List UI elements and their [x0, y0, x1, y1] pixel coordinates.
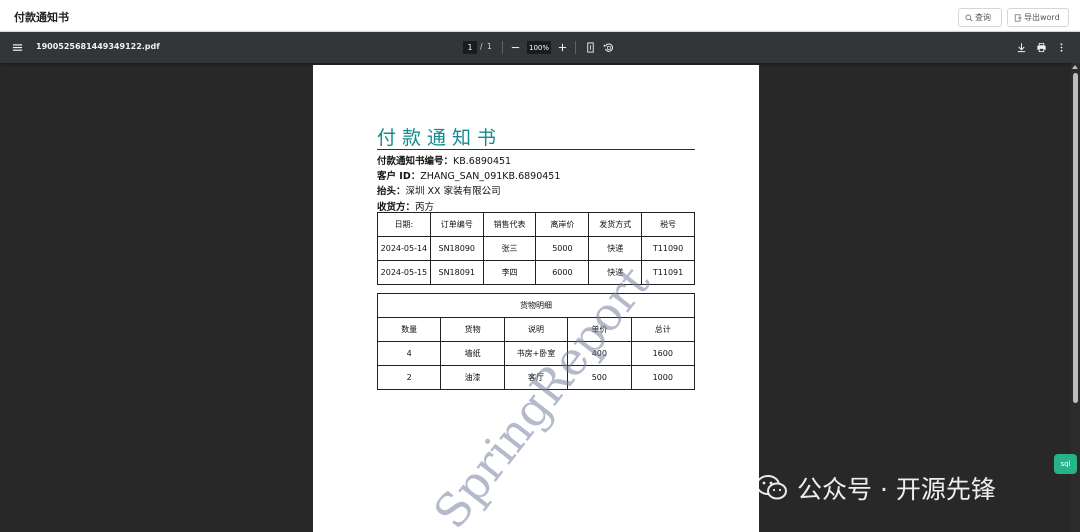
zoom-input[interactable]: 100% [527, 41, 551, 54]
toolbar-divider [502, 41, 503, 54]
pdf-toolbar: 1900525681449349122.pdf 1 / 1 100% [0, 32, 1080, 63]
table-cell: 2024-05-14 [377, 236, 431, 261]
page-number-input[interactable]: 1 [463, 41, 477, 54]
table-cell: 5000 [535, 236, 590, 261]
customer-id-value: ZHANG_SAN_091KB.6890451 [420, 171, 561, 182]
table-header-cell: 税号 [641, 212, 695, 237]
table-cell: 油漆 [440, 365, 505, 390]
query-button[interactable]: 查询 [958, 8, 1002, 27]
table-cell: 李四 [482, 260, 537, 285]
orders-table: 日期: 订单编号 销售代表 离岸价 发货方式 税号 2024-05-14 SN1… [377, 212, 695, 285]
table-cell: 2 [376, 365, 442, 390]
table-cell: T11090 [641, 236, 695, 261]
title-underline [377, 149, 695, 150]
print-icon[interactable] [1035, 41, 1048, 54]
table-cell: SN18091 [429, 260, 484, 285]
page-separator: / [480, 42, 483, 51]
table-cell: 快递 [588, 260, 643, 285]
page-total: 1 [487, 42, 492, 51]
wechat-watermark-text: 公众号 · 开源先锋 [797, 475, 996, 504]
export-word-label: 导出word [1024, 13, 1060, 22]
app-header: 付款通知书 查询 导出word [0, 0, 1080, 32]
table-row: 2024-05-15 SN18091 李四 6000 快递 T11091 [377, 260, 695, 285]
table-header-cell: 离岸价 [535, 212, 590, 237]
toolbar-divider [575, 41, 576, 54]
table-header-cell: 货物 [440, 317, 505, 342]
wechat-watermark: 公众号 · 开源先锋 [755, 470, 996, 506]
goods-table-caption: 货物明细 [377, 293, 695, 318]
table-header-row: 数量 货物 说明 单价 总计 [376, 317, 696, 342]
table-cell: 快递 [588, 236, 643, 261]
table-row: 2024-05-14 SN18090 张三 5000 快递 T11090 [377, 236, 695, 261]
table-cell: 4 [376, 341, 442, 366]
export-word-button[interactable]: 导出word [1007, 8, 1069, 27]
pdf-viewer: 1900525681449349122.pdf 1 / 1 100% 付款通知书… [0, 32, 1080, 532]
table-cell: 1000 [630, 365, 696, 390]
zoom-in-icon[interactable] [556, 41, 569, 54]
download-icon[interactable] [1015, 41, 1028, 54]
table-caption-row: 货物明细 [377, 293, 695, 318]
customer-id-label: 客户 ID： [377, 171, 421, 182]
table-header-cell: 单价 [567, 317, 632, 342]
table-cell: 书房+卧室 [503, 341, 569, 366]
table-header-cell: 订单编号 [429, 212, 484, 237]
document-title: 付款通知书 [377, 127, 503, 149]
table-cell: SN18090 [429, 236, 484, 261]
table-cell: 2024-05-15 [377, 260, 431, 285]
more-options-icon[interactable] [1055, 41, 1068, 54]
table-header-cell: 日期: [377, 212, 431, 237]
search-icon [965, 14, 973, 21]
query-button-label: 查询 [975, 13, 991, 22]
table-header-cell: 销售代表 [482, 212, 537, 237]
menu-icon[interactable] [11, 41, 24, 54]
table-header-cell: 发货方式 [588, 212, 643, 237]
table-cell: 墙纸 [440, 341, 505, 366]
header-value: 深圳 XX 家装有限公司 [405, 186, 501, 197]
rotate-icon[interactable] [602, 41, 615, 54]
table-header-row: 日期: 订单编号 销售代表 离岸价 发货方式 税号 [377, 212, 695, 237]
table-cell: 1600 [630, 341, 696, 366]
table-header-cell: 说明 [503, 317, 569, 342]
fit-page-icon[interactable] [584, 41, 597, 54]
table-cell: 500 [567, 365, 632, 390]
scroll-up-arrow-icon[interactable] [1072, 65, 1078, 69]
table-header-cell: 数量 [376, 317, 442, 342]
table-cell: 客厅 [503, 365, 569, 390]
goods-table: 货物明细 数量 货物 说明 单价 总计 4 墙纸 书房+卧室 400 1600 … [376, 293, 696, 390]
table-row: 2 油漆 客厅 500 1000 [376, 365, 696, 390]
sql-float-button[interactable]: sql [1054, 454, 1077, 474]
table-cell: T11091 [641, 260, 695, 285]
table-header-cell: 总计 [630, 317, 696, 342]
table-row: 4 墙纸 书房+卧室 400 1600 [376, 341, 696, 366]
table-cell: 6000 [535, 260, 590, 285]
pdf-page: 付款通知书 付款通知书编号：KB.6890451 客户 ID：ZHANG_SAN… [313, 65, 759, 532]
pdf-file-name: 1900525681449349122.pdf [36, 42, 160, 51]
table-cell: 400 [567, 341, 632, 366]
export-icon [1014, 13, 1022, 22]
scroll-thumb[interactable] [1073, 73, 1078, 403]
header-field: 抬头：深圳 XX 家装有限公司 [377, 183, 501, 197]
notice-number-label: 付款通知书编号： [377, 156, 454, 167]
notice-number-field: 付款通知书编号：KB.6890451 [377, 153, 511, 167]
wechat-icon [756, 475, 787, 500]
table-cell: 张三 [482, 236, 537, 261]
header-label: 抬头： [377, 186, 406, 197]
consignee-field: 收货方：丙方 [377, 199, 434, 213]
customer-id-field: 客户 ID：ZHANG_SAN_091KB.6890451 [377, 168, 560, 182]
notice-number-value: KB.6890451 [453, 156, 512, 167]
page-title: 付款通知书 [14, 11, 69, 24]
zoom-out-icon[interactable] [509, 41, 522, 54]
